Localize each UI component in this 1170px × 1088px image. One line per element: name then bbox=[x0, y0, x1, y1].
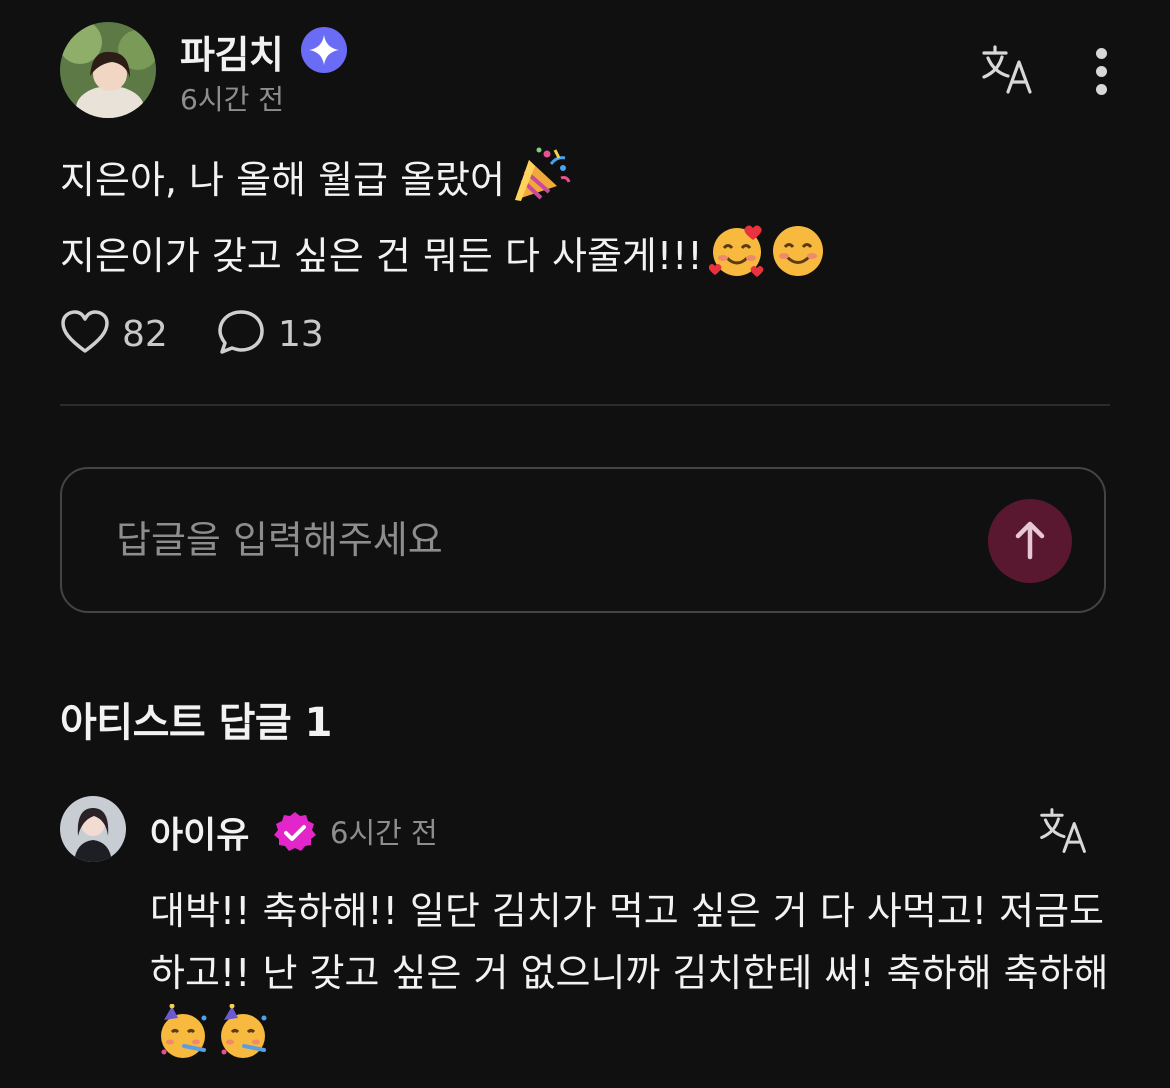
artist-name[interactable]: 아이유 bbox=[150, 806, 249, 858]
comment-button[interactable]: 13 bbox=[216, 308, 324, 360]
heart-icon bbox=[60, 309, 110, 359]
reply-input[interactable] bbox=[114, 509, 918, 571]
blue-sparkle-badge-icon bbox=[300, 26, 348, 74]
post-text-line1: 지은아, 나 올해 월급 올랐어 bbox=[60, 158, 505, 202]
like-count: 82 bbox=[122, 313, 168, 355]
arrow-up-icon bbox=[988, 521, 1072, 587]
smiling-face-with-hearts-icon bbox=[708, 222, 765, 298]
comment-bubble-icon bbox=[216, 308, 266, 360]
smiling-face-icon bbox=[771, 224, 825, 298]
post-content: 지은아, 나 올해 월급 올랐어 지은이가 갖고 싶은 건 뭐든 다 사줄게!!… bbox=[60, 146, 825, 298]
artist-reply-content: 대박!! 축하해!! 일단 김치가 먹고 싶은 거 다 사먹고! 저금도 하고!… bbox=[150, 880, 1110, 1078]
post-author-name[interactable]: 파김치 bbox=[180, 24, 284, 79]
party-popper-icon bbox=[511, 146, 571, 222]
like-button[interactable]: 82 bbox=[60, 308, 168, 360]
artist-reply-timestamp: 6시간 전 bbox=[330, 816, 438, 850]
reply-box bbox=[60, 467, 1106, 613]
post-timestamp: 6시간 전 bbox=[180, 83, 284, 116]
artist-replies-title: 아티스트 답글 1 bbox=[60, 700, 332, 746]
pink-check-badge-icon bbox=[272, 810, 318, 856]
artist-reply-text: 대박!! 축하해!! 일단 김치가 먹고 싶은 거 다 사먹고! 저금도 하고!… bbox=[150, 889, 1109, 995]
translate-icon[interactable] bbox=[1038, 806, 1090, 856]
translate-icon[interactable] bbox=[980, 44, 1036, 96]
partying-face-icon bbox=[156, 1003, 210, 1078]
partying-face-icon bbox=[216, 1003, 270, 1078]
post-text-line2: 지은이가 갖고 싶은 건 뭐든 다 사줄게!!! bbox=[60, 234, 703, 278]
send-button[interactable] bbox=[988, 499, 1072, 583]
post-author-avatar[interactable] bbox=[60, 22, 156, 118]
more-vertical-icon[interactable] bbox=[1080, 46, 1124, 98]
artist-avatar[interactable] bbox=[60, 796, 126, 862]
comment-count: 13 bbox=[278, 313, 324, 355]
divider bbox=[60, 404, 1110, 406]
